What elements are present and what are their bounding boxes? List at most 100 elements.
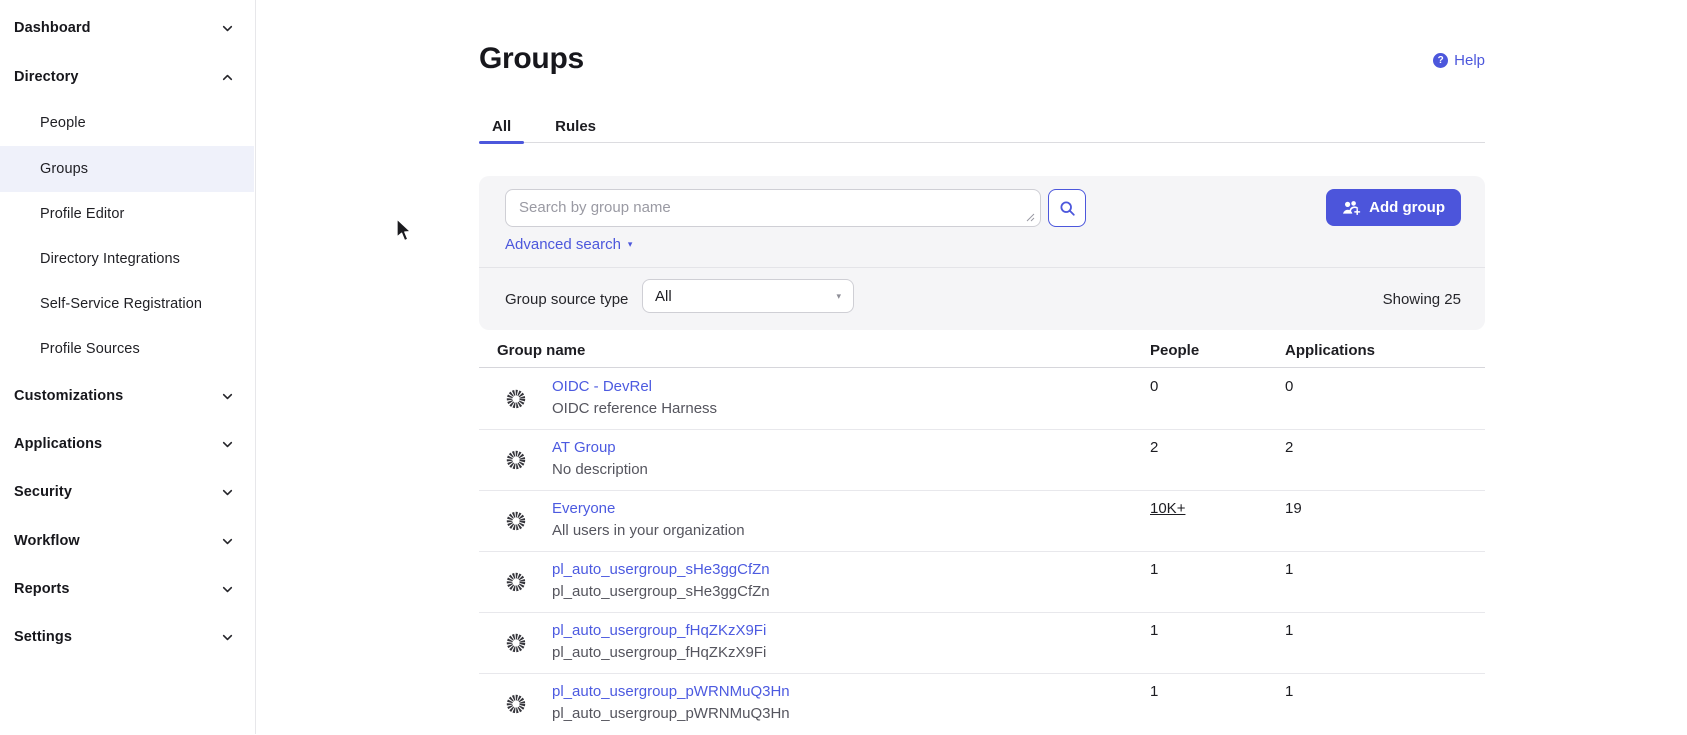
sidebar-item-label: Settings [14,629,72,645]
sidebar-item-label: Reports [14,581,70,597]
sidebar-item-dashboard[interactable]: Dashboard [0,5,254,51]
showing-count: Showing 25 [1383,291,1461,308]
tab-all[interactable]: All [479,110,524,142]
group-name-link[interactable]: pl_auto_usergroup_sHe3ggCfZn [552,561,770,578]
sidebar-item-label: Profile Editor [40,206,124,222]
group-source-type-select[interactable]: All ▾ [642,279,854,313]
people-count: 2 [1150,439,1158,456]
group-description: No description [552,461,648,478]
group-description: pl_auto_usergroup_pWRNMuQ3Hn [552,705,790,722]
group-avatar-icon [505,510,527,532]
sidebar-item-label: Groups [40,161,88,177]
applications-count: 2 [1285,439,1293,456]
sidebar-item-self-service-registration[interactable]: Self-Service Registration [0,281,254,327]
sidebar-item-label: Applications [14,436,102,452]
group-name-link[interactable]: pl_auto_usergroup_fHqZKzX9Fi [552,622,766,639]
applications-count: 1 [1285,622,1293,639]
applications-count: 1 [1285,561,1293,578]
tab-label: All [492,118,511,135]
tab-bar: All Rules [479,110,1485,143]
tab-label: Rules [555,118,596,135]
table-row: AT Group No description 2 2 [479,430,1485,491]
search-input[interactable] [505,189,1041,227]
group-source-type-label: Group source type [505,291,628,308]
group-avatar-icon [505,449,527,471]
sidebar-item-profile-sources[interactable]: Profile Sources [0,326,254,372]
group-avatar-icon [505,388,527,410]
table-header: Group name People Applications [479,336,1485,368]
group-description: pl_auto_usergroup_sHe3ggCfZn [552,583,770,600]
column-group-name: Group name [497,342,585,359]
group-name-link[interactable]: pl_auto_usergroup_pWRNMuQ3Hn [552,683,790,700]
chevron-down-icon [221,390,234,403]
group-name-link[interactable]: AT Group [552,439,616,456]
search-icon [1059,200,1076,217]
help-label: Help [1454,52,1485,69]
search-filter-panel: Add group Advanced search ▾ Group source… [479,176,1485,330]
applications-count: 1 [1285,683,1293,700]
sidebar-item-label: Workflow [14,533,80,549]
table-row: OIDC - DevRel OIDC reference Harness 0 0 [479,369,1485,430]
sidebar-item-applications[interactable]: Applications [0,421,254,467]
add-group-label: Add group [1369,199,1445,216]
help-link[interactable]: ? Help [1433,52,1485,69]
chevron-up-icon [221,71,234,84]
page-title: Groups [479,42,584,76]
people-count-link[interactable]: 10K+ [1150,500,1185,517]
selected-option: All [655,288,672,305]
group-name-link[interactable]: OIDC - DevRel [552,378,652,395]
chevron-down-icon [221,583,234,596]
sidebar-item-security[interactable]: Security [0,469,254,515]
sidebar-item-label: Directory [14,69,79,85]
sidebar: Dashboard Directory People Groups Profil… [0,0,256,734]
panel-divider [479,267,1485,268]
column-applications: Applications [1285,342,1375,359]
sidebar-item-profile-editor[interactable]: Profile Editor [0,191,254,237]
people-count: 0 [1150,378,1158,395]
sidebar-item-directory[interactable]: Directory [0,54,254,100]
sidebar-item-people[interactable]: People [0,100,254,146]
sidebar-item-workflow[interactable]: Workflow [0,518,254,564]
group-description: OIDC reference Harness [552,400,717,417]
people-count: 1 [1150,561,1158,578]
applications-count: 0 [1285,378,1293,395]
group-name-link[interactable]: Everyone [552,500,615,517]
chevron-down-icon [221,438,234,451]
sidebar-item-groups[interactable]: Groups [0,146,254,192]
people-count: 1 [1150,683,1158,700]
sidebar-item-settings[interactable]: Settings [0,614,254,660]
tab-rules[interactable]: Rules [542,110,609,142]
sidebar-item-customizations[interactable]: Customizations [0,373,254,419]
table-row: Everyone All users in your organization … [479,491,1485,552]
group-avatar-icon [505,693,527,715]
people-count: 1 [1150,622,1158,639]
sidebar-item-label: Self-Service Registration [40,296,202,312]
table-row: pl_auto_usergroup_pWRNMuQ3Hn pl_auto_use… [479,674,1485,735]
sidebar-item-label: Dashboard [14,20,91,36]
add-group-icon [1342,200,1361,216]
chevron-down-icon [221,535,234,548]
group-avatar-icon [505,571,527,593]
search-button[interactable] [1048,189,1086,227]
caret-down-icon: ▾ [836,291,841,302]
sidebar-item-label: People [40,115,86,131]
advanced-search-link[interactable]: Advanced search ▾ [505,236,632,253]
mouse-cursor [395,218,413,244]
chevron-down-icon [221,486,234,499]
help-question-icon: ? [1433,53,1448,68]
sidebar-item-label: Customizations [14,388,123,404]
column-people: People [1150,342,1199,359]
group-description: pl_auto_usergroup_fHqZKzX9Fi [552,644,766,661]
chevron-down-icon [221,22,234,35]
sidebar-item-label: Security [14,484,72,500]
table-row: pl_auto_usergroup_sHe3ggCfZn pl_auto_use… [479,552,1485,613]
sidebar-item-label: Directory Integrations [40,251,180,267]
table-row: pl_auto_usergroup_fHqZKzX9Fi pl_auto_use… [479,613,1485,674]
applications-count: 19 [1285,500,1302,517]
chevron-down-icon [221,631,234,644]
caret-down-icon: ▾ [628,239,633,250]
add-group-button[interactable]: Add group [1326,189,1461,226]
sidebar-item-reports[interactable]: Reports [0,566,254,612]
advanced-search-label: Advanced search [505,236,621,253]
sidebar-item-directory-integrations[interactable]: Directory Integrations [0,236,254,282]
